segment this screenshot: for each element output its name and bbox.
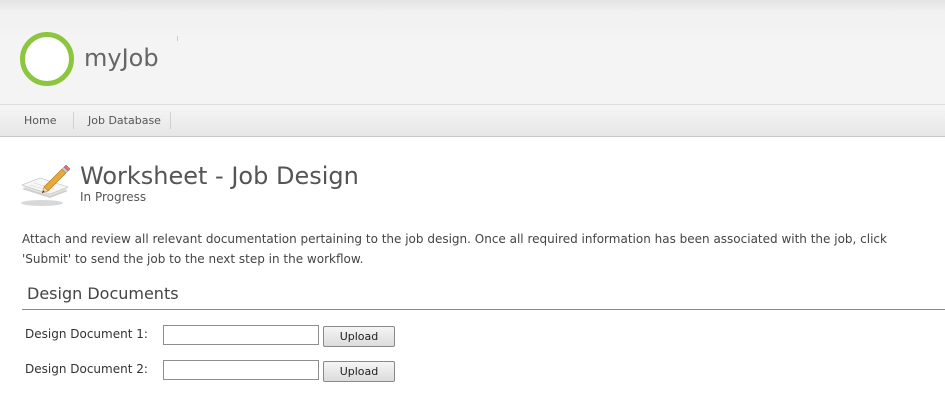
section-divider (22, 309, 945, 310)
design-document-1-input[interactable] (163, 325, 319, 345)
app-header: myJob (0, 0, 945, 105)
upload-button-2[interactable]: Upload (323, 361, 395, 382)
upload-button-1[interactable]: Upload (323, 326, 395, 347)
nav-item-job-database[interactable]: Job Database (88, 105, 161, 136)
logo-ring-icon (20, 32, 74, 86)
design-document-2-label: Design Document 2: (25, 362, 148, 376)
app-logo-text: myJob (84, 44, 159, 72)
nav-separator (170, 112, 171, 129)
nav-separator (73, 112, 74, 129)
page-title: Worksheet - Job Design (80, 162, 359, 190)
instructions-text: Attach and review all relevant documenta… (22, 232, 887, 266)
notepad-pencil-icon (21, 164, 71, 206)
nav-item-home[interactable]: Home (24, 105, 56, 136)
logo-divider (177, 36, 178, 41)
design-document-1-label: Design Document 1: (25, 327, 148, 341)
design-document-2-input[interactable] (163, 360, 319, 380)
status-text: In Progress (80, 190, 147, 204)
nav-bar: Home Job Database (0, 105, 945, 137)
section-title: Design Documents (27, 284, 179, 303)
